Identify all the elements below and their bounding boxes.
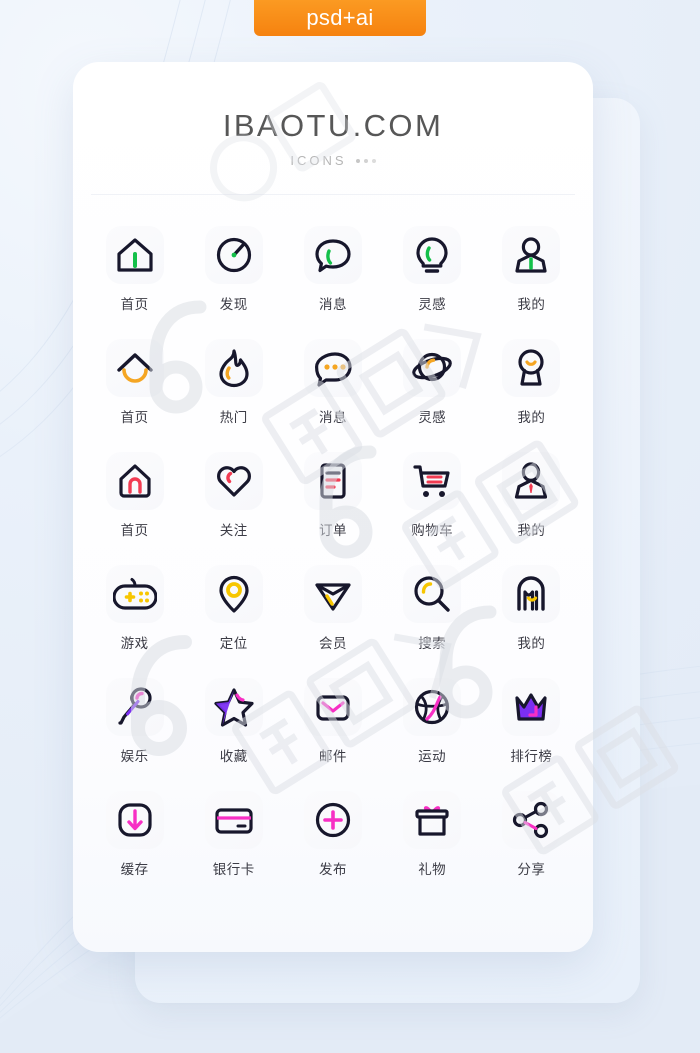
icon-cell[interactable]: 关注	[184, 443, 283, 556]
icon-label: 热门	[219, 410, 248, 426]
icon-label: 关注	[219, 523, 248, 539]
icon-grid: 首页 发现 消息 灵感 我的 首页 热门 消息 灵感 我的 首页 关注 订单 购…	[85, 217, 581, 895]
icon-cell[interactable]: 搜索	[383, 556, 482, 669]
icon-label: 礼物	[418, 862, 447, 878]
icon-label: 游戏	[120, 636, 149, 652]
crown-icon[interactable]	[502, 678, 561, 736]
icon-label: 收藏	[219, 749, 248, 765]
user-smile-icon[interactable]	[502, 339, 561, 397]
user-tie-icon[interactable]	[502, 452, 561, 510]
card-header: IBAOTU.COM ICONS	[73, 62, 593, 168]
location-pin-icon[interactable]	[204, 565, 263, 623]
icon-cell[interactable]: 银行卡	[184, 782, 283, 895]
diamond-icon[interactable]	[303, 565, 362, 623]
icon-label: 我的	[517, 523, 546, 539]
planet-icon[interactable]	[403, 339, 462, 397]
icon-cell[interactable]: 分享	[482, 782, 581, 895]
envelope-icon[interactable]	[303, 678, 362, 736]
icon-label: 我的	[517, 636, 546, 652]
icon-cell[interactable]: 会员	[283, 556, 382, 669]
house-icon[interactable]	[105, 226, 164, 284]
icon-label: 运动	[418, 749, 447, 765]
icon-label: 邮件	[318, 749, 347, 765]
icon-label: 缓存	[120, 862, 149, 878]
icon-cell[interactable]: 缓存	[85, 782, 184, 895]
gift-box-icon[interactable]	[403, 791, 462, 849]
search-icon[interactable]	[403, 565, 462, 623]
icon-label: 首页	[120, 410, 149, 426]
icon-label: 首页	[120, 297, 149, 313]
icon-label: 灵感	[418, 410, 447, 426]
icon-label: 会员	[318, 636, 347, 652]
icon-cell[interactable]: 消息	[283, 217, 382, 330]
icon-cell[interactable]: 运动	[383, 669, 482, 782]
icon-cell[interactable]: 灵感	[383, 330, 482, 443]
icon-label: 消息	[318, 297, 347, 313]
icon-cell[interactable]: 消息	[283, 330, 382, 443]
subtitle-dots-icon	[355, 159, 376, 163]
basketball-icon[interactable]	[403, 678, 462, 736]
icon-label: 排行榜	[510, 749, 553, 765]
page-title: IBAOTU.COM	[222, 108, 444, 143]
icon-cell[interactable]: 首页	[85, 217, 184, 330]
subtitle-text: ICONS	[290, 153, 347, 168]
chat-bubble-icon[interactable]	[303, 226, 362, 284]
gamepad-icon[interactable]	[105, 565, 164, 623]
bank-card-icon[interactable]	[204, 791, 263, 849]
icon-label: 消息	[318, 410, 347, 426]
chat-dots-icon[interactable]	[303, 339, 362, 397]
lightbulb-icon[interactable]	[403, 226, 462, 284]
icon-cell[interactable]: 邮件	[283, 669, 382, 782]
icon-label: 订单	[318, 523, 347, 539]
icon-cell[interactable]: 我的	[482, 330, 581, 443]
icon-cell[interactable]: 订单	[283, 443, 382, 556]
icon-cell[interactable]: 首页	[85, 330, 184, 443]
icon-label: 银行卡	[212, 862, 255, 878]
icon-label: 我的	[517, 297, 546, 313]
icon-label: 我的	[517, 410, 546, 426]
icon-cell[interactable]: 购物车	[383, 443, 482, 556]
icon-label: 发布	[318, 862, 347, 878]
share-nodes-icon[interactable]	[502, 791, 561, 849]
icon-cell[interactable]: 发现	[184, 217, 283, 330]
icon-set-card: IBAOTU.COM ICONS 首页 发现 消息 灵感 我的 首页 热门 消息…	[73, 62, 593, 952]
icon-cell[interactable]: 礼物	[383, 782, 482, 895]
icon-cell[interactable]: 我的	[482, 443, 581, 556]
icon-cell[interactable]: 热门	[184, 330, 283, 443]
plus-circle-icon[interactable]	[303, 791, 362, 849]
microphone-icon[interactable]	[105, 678, 164, 736]
roof-smile-icon[interactable]	[105, 339, 164, 397]
psd-ai-badge: psd+ai	[254, 0, 426, 36]
house-arch-icon[interactable]	[105, 452, 164, 510]
icon-cell[interactable]: 发布	[283, 782, 382, 895]
order-document-icon[interactable]	[303, 452, 362, 510]
header-divider	[91, 194, 575, 195]
icon-label: 发现	[219, 297, 248, 313]
icon-label: 搜索	[418, 636, 447, 652]
icon-cell[interactable]: 首页	[85, 443, 184, 556]
icon-cell[interactable]: 游戏	[85, 556, 184, 669]
icon-cell[interactable]: 娱乐	[85, 669, 184, 782]
heart-icon[interactable]	[204, 452, 263, 510]
compass-icon[interactable]	[204, 226, 263, 284]
icon-cell[interactable]: 收藏	[184, 669, 283, 782]
user-profile-icon[interactable]	[502, 226, 561, 284]
user-abstract-icon[interactable]	[502, 565, 561, 623]
icon-cell[interactable]: 排行榜	[482, 669, 581, 782]
icon-cell[interactable]: 定位	[184, 556, 283, 669]
flame-icon[interactable]	[204, 339, 263, 397]
icon-label: 灵感	[418, 297, 447, 313]
icon-cell[interactable]: 灵感	[383, 217, 482, 330]
star-icon[interactable]	[204, 678, 263, 736]
icon-cell[interactable]: 我的	[482, 556, 581, 669]
icon-label: 分享	[517, 862, 546, 878]
icon-label: 定位	[219, 636, 248, 652]
download-arrow-icon[interactable]	[105, 791, 164, 849]
icon-cell[interactable]: 我的	[482, 217, 581, 330]
page-subtitle: ICONS	[73, 153, 593, 168]
icon-label: 购物车	[411, 523, 454, 539]
icon-label: 首页	[120, 523, 149, 539]
shopping-cart-icon[interactable]	[403, 452, 462, 510]
icon-label: 娱乐	[120, 749, 149, 765]
